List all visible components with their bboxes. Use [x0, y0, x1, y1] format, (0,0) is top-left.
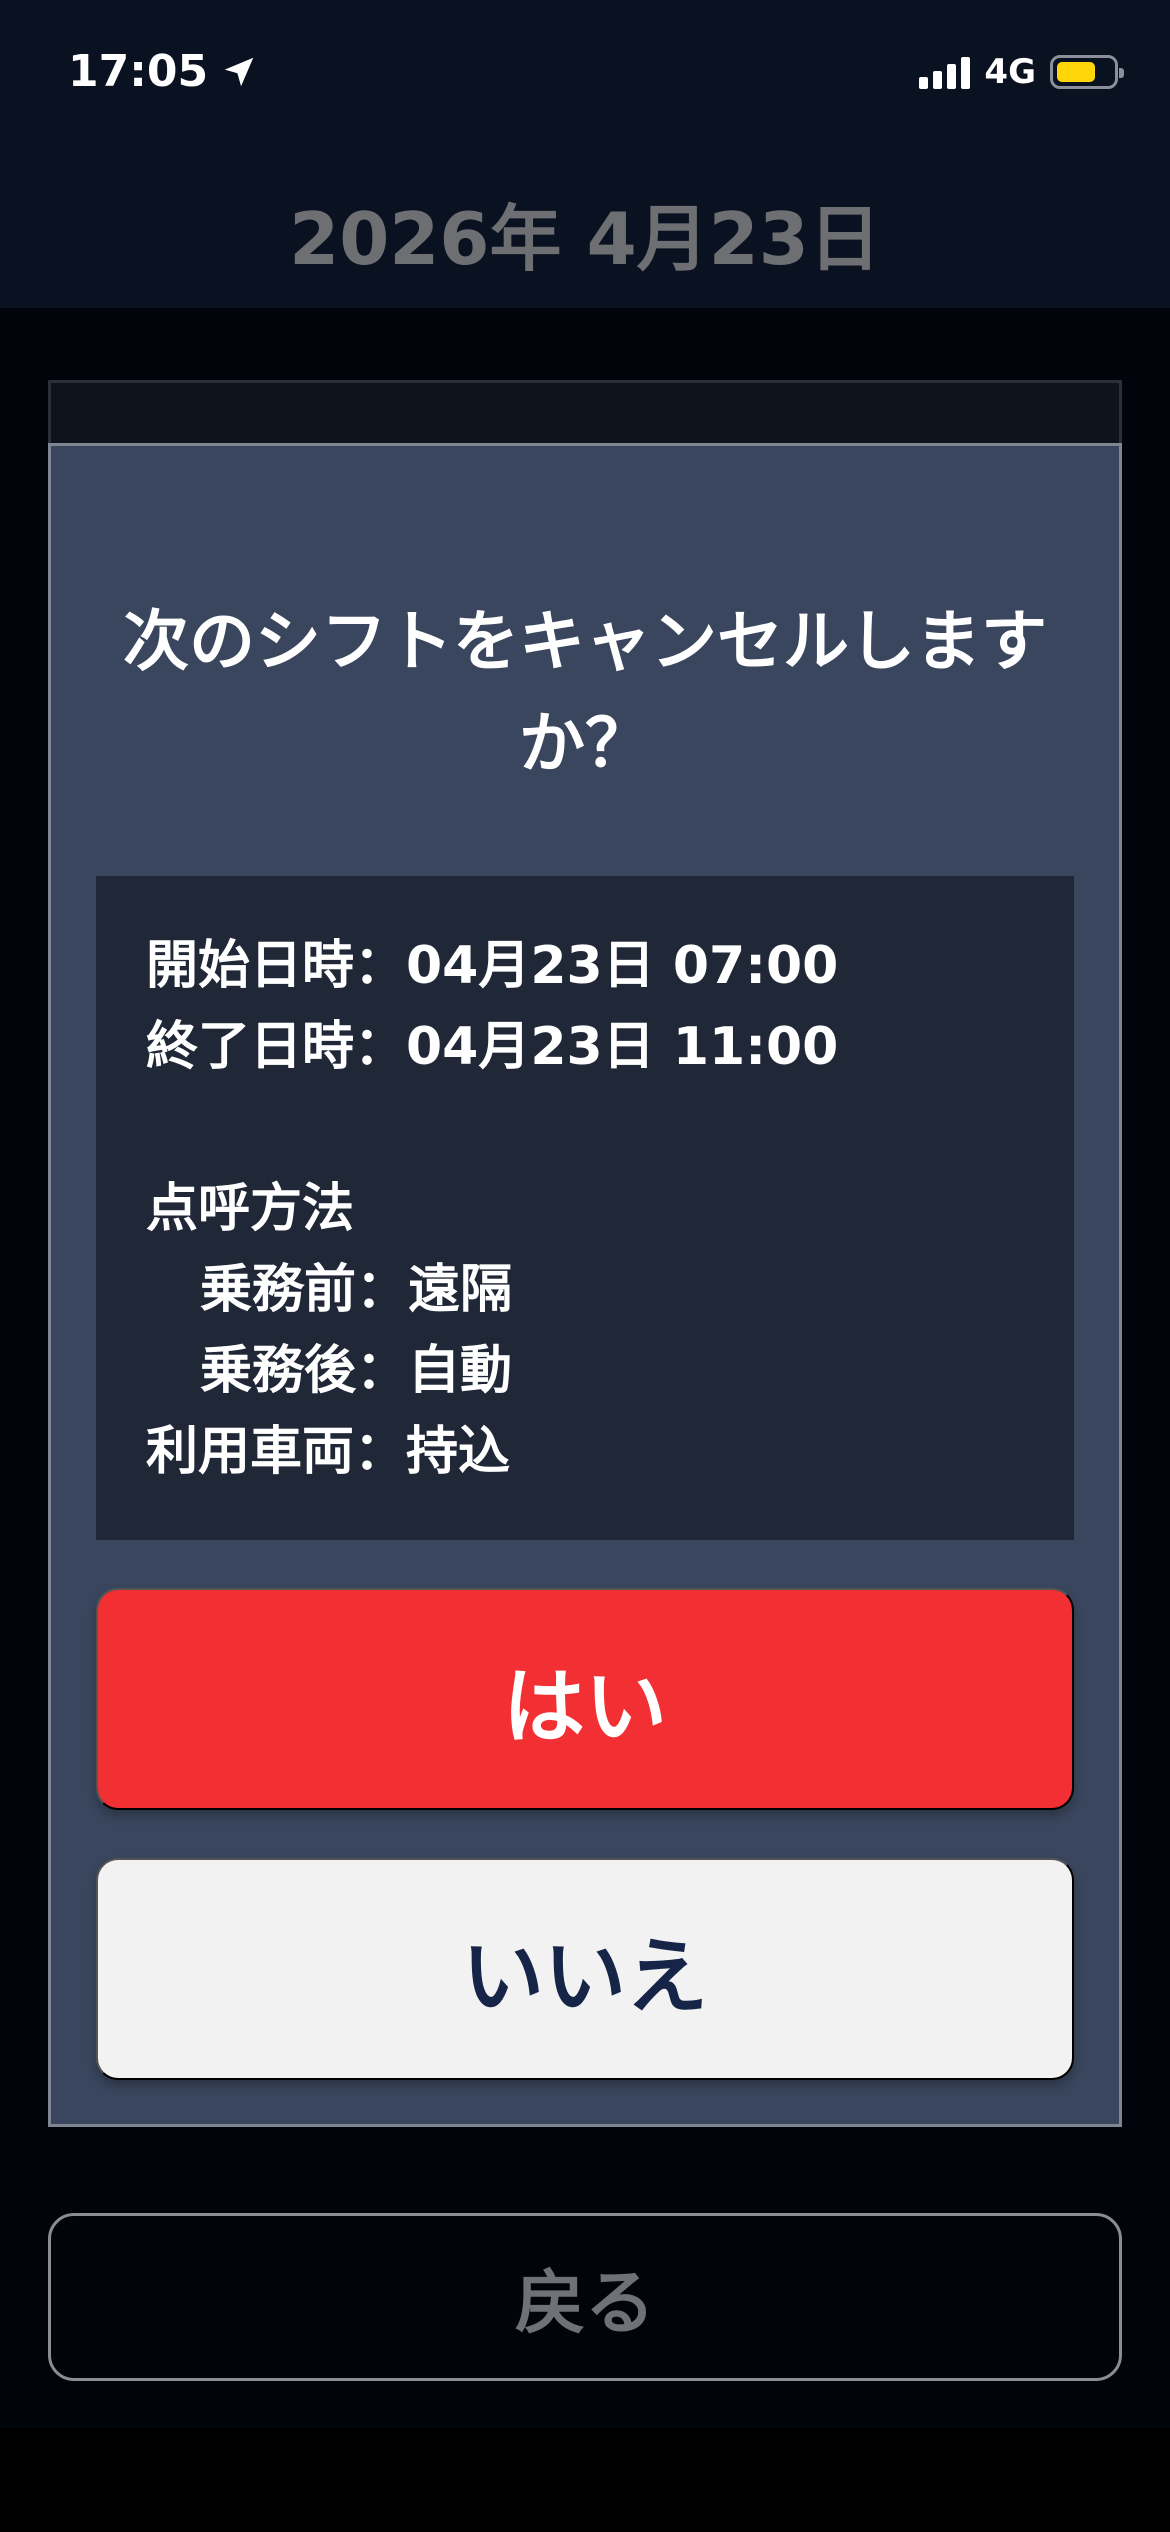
- detail-spacer: [146, 1088, 1024, 1169]
- screen: 17:05 4G 2026年 4月23日 次のシフトをキャンセルしますか？ 開始…: [0, 0, 1170, 2532]
- cancel-shift-dialog: 次のシフトをキャンセルしますか？ 開始日時：04月23日 07:00 終了日時：…: [48, 443, 1122, 2127]
- shift-details: 開始日時：04月23日 07:00 終了日時：04月23日 11:00 点呼方法…: [96, 876, 1074, 1540]
- top-bar: 17:05 4G 2026年 4月23日: [0, 0, 1170, 308]
- battery-icon: [1050, 55, 1124, 89]
- detail-before-duty: 乗務前：遠隔: [200, 1260, 513, 1320]
- status-time-text: 17:05: [68, 46, 209, 97]
- dialog-title: 次のシフトをキャンセルしますか？: [123, 603, 1047, 782]
- back-button[interactable]: 戻る: [48, 2213, 1122, 2381]
- home-indicator-area: [0, 2428, 1170, 2532]
- detail-start: 開始日時：04月23日 07:00: [146, 936, 839, 996]
- detail-roll-call-heading: 点呼方法: [146, 1179, 355, 1239]
- background-card: [48, 380, 1122, 446]
- no-button[interactable]: いいえ: [96, 1858, 1074, 2080]
- signal-icon: [919, 55, 971, 89]
- yes-button[interactable]: はい: [96, 1588, 1074, 1810]
- network-type: 4G: [984, 52, 1036, 92]
- page-title-date: 2026年 4月23日: [289, 197, 881, 281]
- location-arrow-icon: [224, 57, 254, 86]
- status-time: 17:05: [68, 46, 258, 97]
- detail-end: 終了日時：04月23日 11:00: [146, 1017, 839, 1077]
- status-indicators: 4G: [919, 52, 1124, 92]
- detail-after-duty: 乗務後：自動: [200, 1341, 513, 1401]
- detail-vehicle: 利用車両：持込: [146, 1422, 511, 1482]
